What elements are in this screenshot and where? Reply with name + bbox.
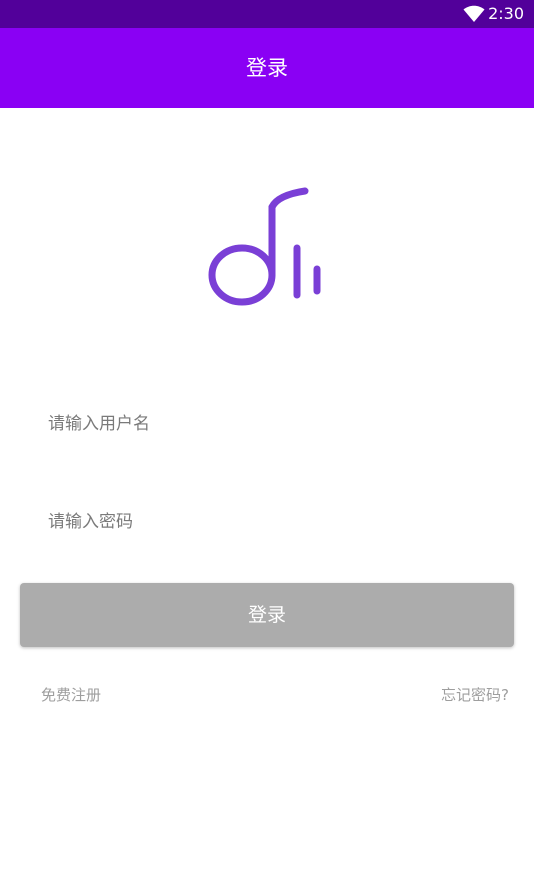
page-title: 登录 [246, 56, 288, 80]
username-field[interactable] [20, 396, 514, 452]
wifi-icon [463, 5, 485, 22]
password-input[interactable] [20, 494, 514, 550]
register-link[interactable]: 免费注册 [41, 684, 101, 706]
app-bar: 登录 [0, 28, 534, 108]
login-button[interactable]: 登录 [20, 583, 514, 647]
password-field[interactable] [20, 494, 514, 550]
music-note-logo-icon [208, 187, 321, 306]
forgot-password-link[interactable]: 忘记密码? [441, 684, 509, 706]
status-time: 2:30 [488, 4, 524, 23]
status-bar: 2:30 [0, 0, 534, 28]
username-input[interactable] [20, 396, 514, 452]
